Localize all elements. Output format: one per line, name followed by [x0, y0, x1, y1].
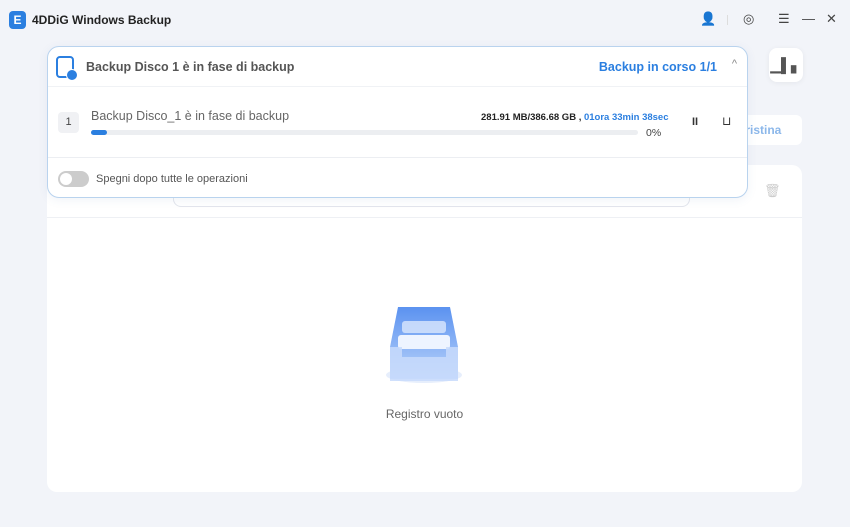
- pause-icon[interactable]: II: [692, 116, 698, 128]
- account-icon[interactable]: 👤: [700, 11, 716, 27]
- popup-header[interactable]: Backup Disco 1 è in fase di backup Backu…: [48, 47, 747, 87]
- shutdown-toggle[interactable]: [58, 171, 89, 187]
- task-index: 1: [58, 112, 79, 133]
- minimize-icon[interactable]: —: [802, 11, 815, 26]
- app-title: 4DDiG Windows Backup: [32, 13, 172, 27]
- shutdown-label: Spegni dopo tutte le operazioni: [96, 173, 248, 185]
- statistics-button[interactable]: ▁▌▖: [769, 48, 803, 82]
- progress-bar: [91, 130, 638, 135]
- popup-title: Backup Disco 1 è in fase di backup: [86, 60, 295, 74]
- empty-log-text: Registro vuoto: [385, 407, 464, 421]
- delete-icon[interactable]: ⊔: [722, 114, 731, 128]
- backup-task-icon: [56, 56, 78, 81]
- progress-fill: [91, 130, 108, 135]
- size-text: 281.91 MB/386.68 GB ,: [481, 112, 584, 123]
- menu-icon[interactable]: ☰: [778, 11, 790, 27]
- task-size: 281.91 MB/386.68 GB , 01ora 33min 38sec: [481, 112, 669, 123]
- progress-percent: 0%: [646, 127, 662, 139]
- settings-icon[interactable]: ◎: [743, 11, 754, 27]
- close-icon[interactable]: ✕: [826, 11, 837, 27]
- bar-chart-icon: ▁▌▖: [770, 56, 802, 73]
- title-bar: E 4DDiG Windows Backup 👤 ◎ ☰ — ✕: [0, 0, 850, 40]
- backup-progress-popup: Backup Disco 1 è in fase di backup Backu…: [47, 46, 748, 198]
- trash-icon[interactable]: 🗑: [764, 183, 781, 199]
- eta-text: 01ora 33min 38sec: [583, 112, 669, 123]
- chevron-up-icon[interactable]: ^: [732, 58, 737, 70]
- app-logo-icon: E: [9, 11, 26, 29]
- backup-status: Backup in corso 1/1: [598, 60, 717, 74]
- empty-drawer-icon: [386, 307, 462, 383]
- log-panel: 🗑 Registro vuoto: [47, 165, 802, 492]
- divider: [727, 15, 728, 25]
- task-name: Backup Disco_1 è in fase di backup: [91, 109, 290, 123]
